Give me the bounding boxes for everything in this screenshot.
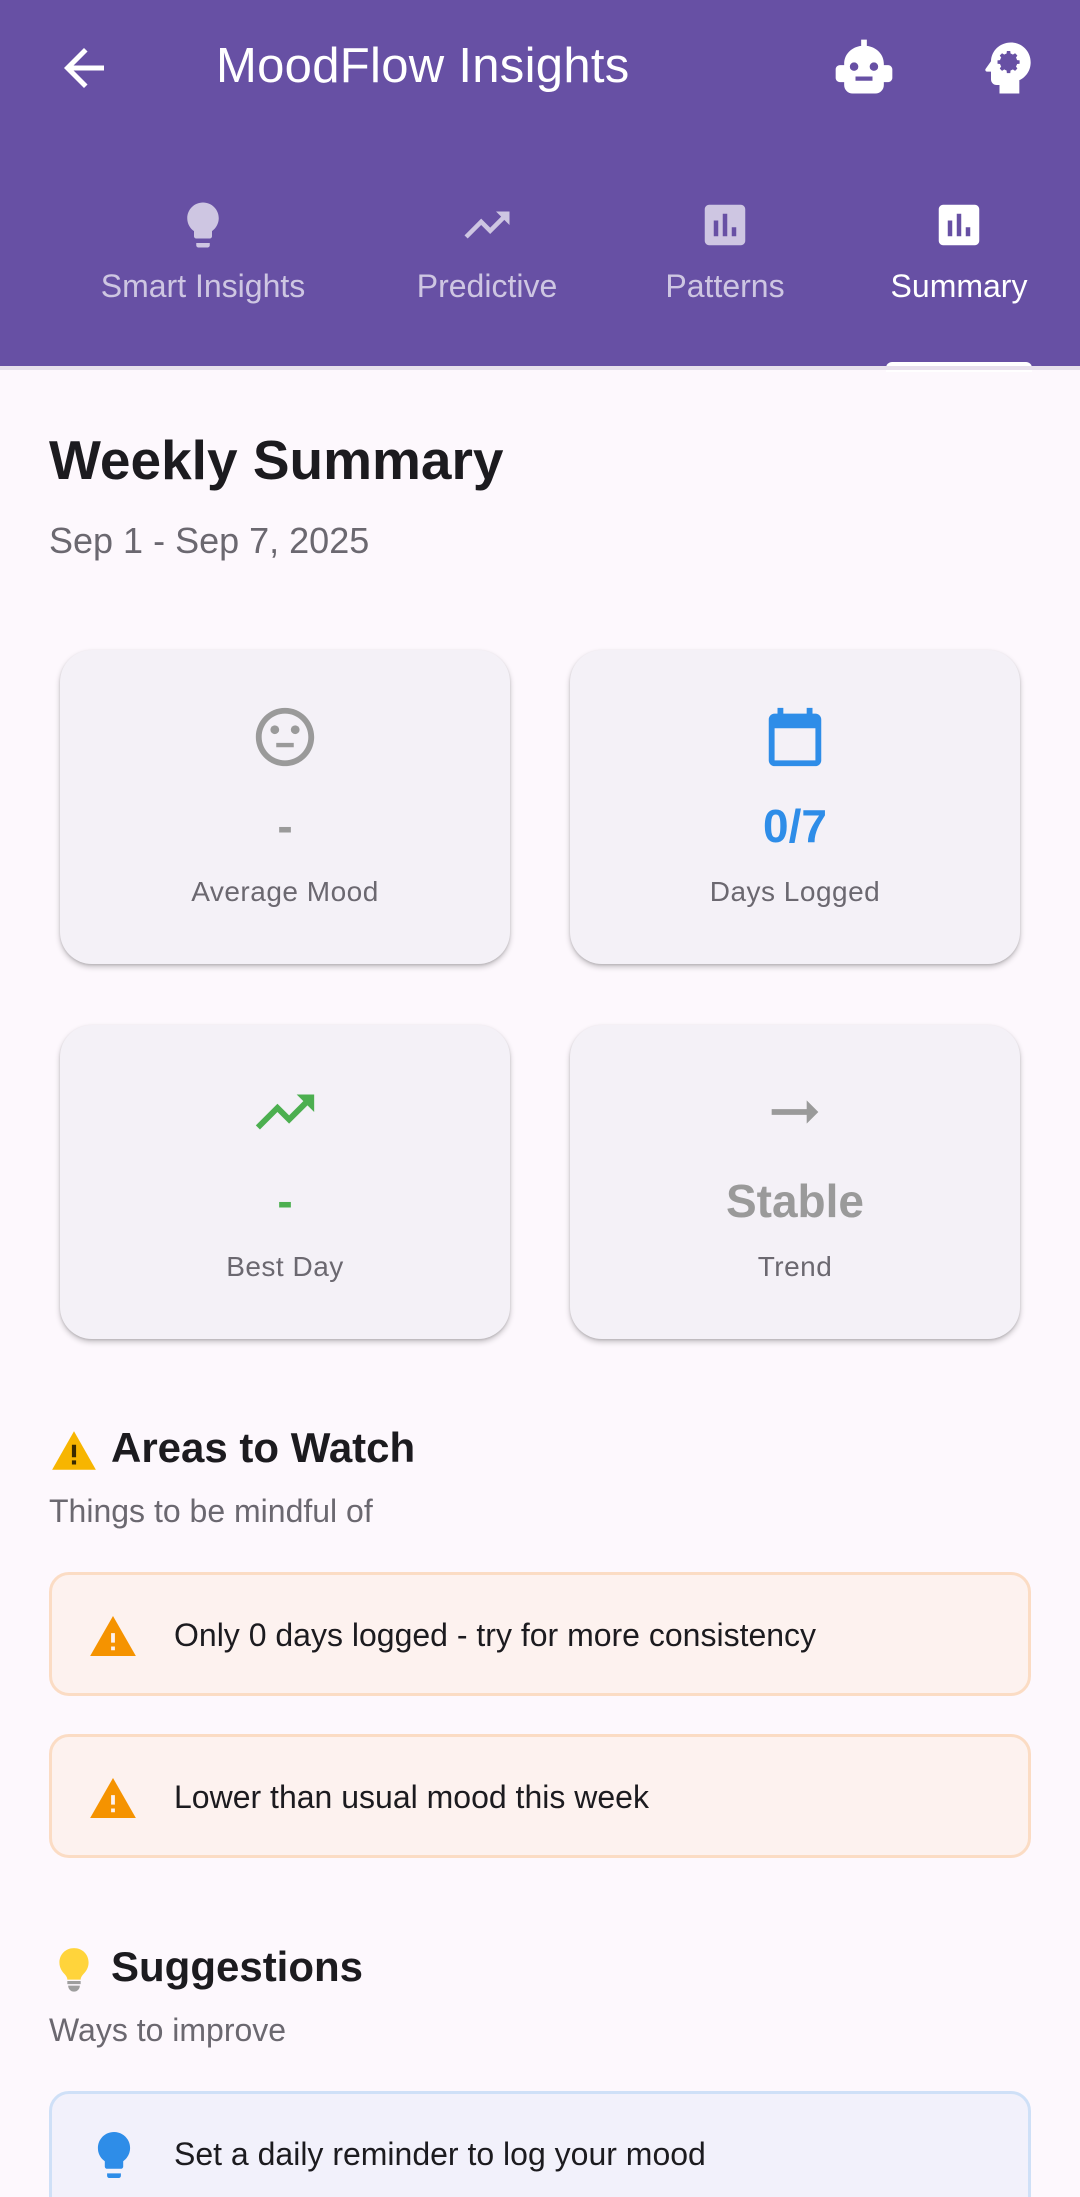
stat-label: Trend	[757, 1251, 833, 1282]
stat-label: Best Day	[226, 1251, 344, 1282]
tab-patterns[interactable]: Patterns	[640, 198, 810, 348]
calendar-icon	[768, 707, 822, 767]
stat-label: Days Logged	[709, 876, 881, 907]
suggestion-item: Set a daily reminder to log your mood	[49, 2091, 1031, 2197]
warning-emoji	[52, 1431, 96, 1470]
neutral-face-icon	[255, 707, 315, 767]
alert-item: Only 0 days logged - try for more consis…	[49, 1572, 1031, 1696]
warning-icon	[90, 1616, 136, 1656]
robot-icon[interactable]	[830, 34, 898, 102]
trending-up-icon	[464, 211, 510, 239]
lightbulb-icon	[187, 202, 219, 248]
areas-subtitle: Things to be mindful of	[49, 1493, 373, 1529]
stat-card-days-logged: 0/7 Days Logged	[570, 650, 1020, 964]
arrow-right-icon	[771, 1100, 819, 1124]
section-title: Areas to Watch	[111, 1424, 416, 1471]
arrow-back-icon[interactable]	[54, 38, 114, 98]
stat-card-trend: Stable Trend	[570, 1025, 1020, 1339]
alert-text: Lower than usual mood this week	[174, 1779, 649, 1815]
tab-smart-insights[interactable]: Smart Insights	[60, 198, 346, 348]
tab-summary[interactable]: Summary	[876, 198, 1042, 348]
lightbulb-icon	[97, 2132, 131, 2178]
stat-value: -	[277, 800, 293, 852]
alert-text: Only 0 days logged - try for more consis…	[174, 1617, 817, 1653]
stat-card-best-day: - Best Day	[60, 1025, 510, 1339]
alert-item: Lower than usual mood this week	[49, 1734, 1031, 1858]
section-title: Suggestions	[111, 1943, 364, 1990]
warning-icon	[90, 1778, 136, 1818]
suggestions-heading: Suggestions	[49, 1943, 363, 1995]
stat-value: 0/7	[763, 800, 827, 852]
lightbulb-emoji	[59, 1948, 89, 1992]
trending-up-icon	[255, 1094, 315, 1130]
tab-label: Patterns	[665, 268, 785, 304]
stat-value: Stable	[725, 1175, 865, 1227]
app-title: MoodFlow Insights	[216, 39, 630, 93]
psychology-head-gear-icon[interactable]	[974, 34, 1042, 102]
date-range: Sep 1 - Sep 7, 2025	[49, 520, 370, 561]
app-bar: MoodFlow Insights Smart Insights Predict…	[0, 0, 1080, 372]
tab-label: Predictive	[416, 268, 558, 304]
stat-card-average-mood: - Average Mood	[60, 650, 510, 964]
tab-label: Smart Insights	[100, 268, 306, 304]
stat-label: Average Mood	[191, 876, 379, 907]
tab-predictive[interactable]: Predictive	[386, 198, 588, 348]
page-title: Weekly Summary	[49, 429, 504, 491]
suggestions-subtitle: Ways to improve	[49, 2012, 287, 2048]
areas-to-watch-heading: Areas to Watch	[49, 1424, 415, 1476]
suggestion-text: Set a daily reminder to log your mood	[174, 2136, 706, 2172]
stat-value: -	[277, 1175, 293, 1227]
tab-label: Summary	[890, 268, 1028, 304]
bar-chart-icon	[938, 204, 980, 246]
bar-chart-icon	[704, 204, 746, 246]
divider	[0, 366, 1080, 370]
